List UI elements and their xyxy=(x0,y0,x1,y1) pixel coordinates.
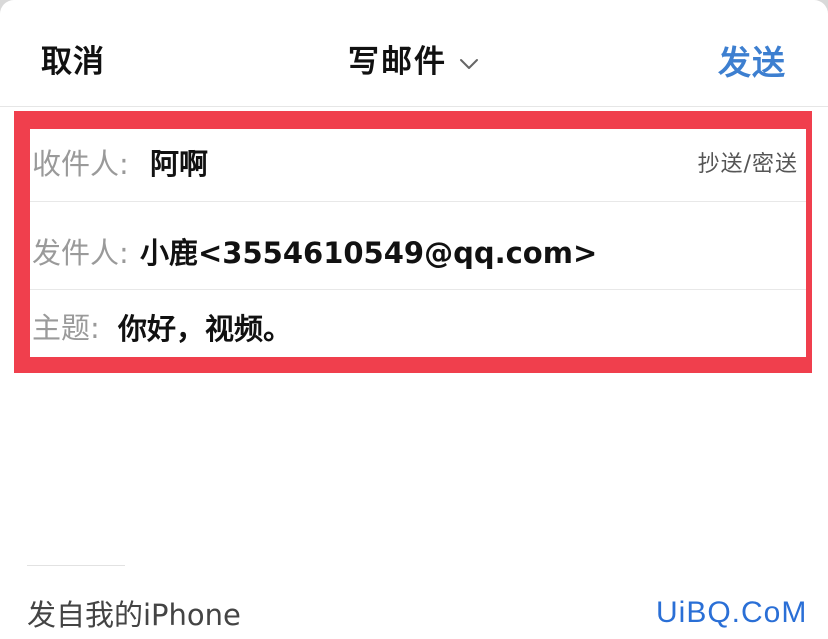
from-field-row[interactable]: 发件人: 小鹿<3554610549@qq.com> xyxy=(30,201,806,289)
to-recipient[interactable]: 阿啊 xyxy=(150,141,208,183)
cc-bcc-button[interactable]: 抄送/密送 xyxy=(698,146,798,178)
compose-title-dropdown[interactable]: 写邮件 xyxy=(348,36,479,81)
page-title: 写邮件 xyxy=(348,44,447,80)
signature-divider xyxy=(27,565,125,566)
compose-sheet: 取消 写邮件 发送 收件人: 阿啊 抄送/密送 发件人: 小鹿<35546105… xyxy=(0,0,828,639)
signature-text[interactable]: 发自我的iPhone xyxy=(27,592,241,634)
subject-field-row[interactable]: 主题: 你好，视频。 xyxy=(30,289,806,357)
watermark-logo: UiBQ.CoM xyxy=(656,596,808,629)
navigation-bar: 取消 写邮件 发送 xyxy=(0,0,828,110)
subject-label: 主题: xyxy=(32,311,100,345)
navbar-divider xyxy=(0,106,828,107)
from-label: 发件人: xyxy=(32,236,129,270)
cancel-button[interactable]: 取消 xyxy=(41,36,105,81)
subject-input[interactable]: 你好，视频。 xyxy=(118,306,292,348)
to-field-row[interactable]: 收件人: 阿啊 抄送/密送 xyxy=(30,129,806,201)
header-fields: 收件人: 阿啊 抄送/密送 发件人: 小鹿<3554610549@qq.com>… xyxy=(30,129,806,357)
from-address[interactable]: 小鹿<3554610549@qq.com> xyxy=(140,230,597,272)
chevron-down-icon xyxy=(459,42,479,78)
compose-mail-screen: 取消 写邮件 发送 收件人: 阿啊 抄送/密送 发件人: 小鹿<35546105… xyxy=(0,0,828,639)
to-label: 收件人: xyxy=(32,147,129,181)
message-body-editor[interactable] xyxy=(0,375,828,565)
send-button[interactable]: 发送 xyxy=(718,36,786,84)
